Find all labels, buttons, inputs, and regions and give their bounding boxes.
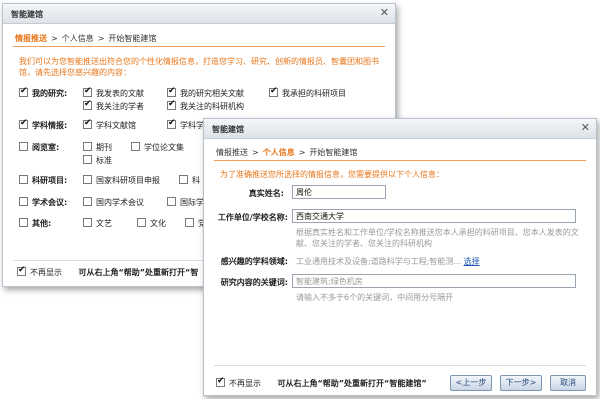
- option-my-projects[interactable]: 我承担的科研项目: [269, 86, 346, 99]
- footer: 不再显示 可从右上角“帮助”处重新打开“智能建馆”: [216, 376, 427, 389]
- checkbox-icon[interactable]: [19, 118, 28, 129]
- checkbox-icon[interactable]: [17, 265, 26, 276]
- option-culture[interactable]: 文化: [137, 218, 166, 229]
- subject-label: 感兴趣的学科领域:: [220, 257, 288, 266]
- checkbox-icon[interactable]: [83, 86, 92, 97]
- org-help-text: 根据真实姓名和工作单位/学校名称推送您本人承担的科研项目、您本人发表的文献、您关…: [296, 228, 579, 248]
- option-my-papers[interactable]: 我发表的文献: [83, 86, 144, 99]
- option-related-papers[interactable]: 我的研究相关文献: [167, 86, 244, 99]
- checkbox-icon[interactable]: [269, 86, 278, 97]
- step-breadcrumb: 情报推送 > 个人信息 > 开始智能建馆: [15, 34, 157, 43]
- checkbox-icon[interactable]: [19, 142, 28, 151]
- option-projects-more[interactable]: 科: [179, 175, 200, 186]
- divider: [13, 46, 385, 47]
- category-research[interactable]: 我的研究:: [19, 86, 67, 99]
- option-followed-institutions[interactable]: 我关注的科研机构: [167, 99, 244, 112]
- checkbox-icon[interactable]: [185, 218, 194, 227]
- close-icon[interactable]: ✕: [380, 7, 389, 19]
- footer-help-note: 可从右上角“帮助”处重新打开“: [78, 268, 191, 277]
- subject-select-link[interactable]: 选择: [464, 257, 480, 266]
- category-other[interactable]: 其他:: [19, 218, 51, 229]
- step-personal-info: 个人信息: [262, 148, 295, 157]
- checkbox-icon[interactable]: [83, 155, 92, 164]
- cancel-button[interactable]: 取消: [550, 375, 586, 391]
- option-theses[interactable]: 学位论文集: [131, 142, 184, 153]
- org-input[interactable]: 西南交通大学: [292, 209, 576, 223]
- dialog-title: 智能建馆: [11, 10, 43, 19]
- checkbox-icon[interactable]: [131, 142, 140, 151]
- checkbox-icon[interactable]: [83, 218, 92, 227]
- checkbox-icon[interactable]: [137, 218, 146, 227]
- step-breadcrumb: 情报推送 > 个人信息 > 开始智能建馆: [216, 148, 358, 157]
- checkbox-icon[interactable]: [83, 197, 92, 206]
- prev-button[interactable]: <上一步: [450, 375, 492, 391]
- checkbox-icon[interactable]: [216, 376, 225, 387]
- name-label: 真实姓名:: [248, 189, 284, 198]
- no-show-checkbox[interactable]: 不再显示: [216, 376, 261, 388]
- checkbox-icon[interactable]: [19, 175, 28, 184]
- checkbox-icon[interactable]: [83, 142, 92, 151]
- checkbox-icon[interactable]: [167, 197, 176, 206]
- footer-divider: [214, 365, 586, 366]
- close-icon[interactable]: ✕: [581, 122, 590, 134]
- checkbox-icon[interactable]: [19, 218, 28, 227]
- dialog-title: 智能建馆: [212, 125, 244, 134]
- checkbox-icon[interactable]: [167, 86, 176, 97]
- step-personal-info: 个人信息: [61, 34, 94, 43]
- personal-info-dialog: 智能建馆 ✕ 情报推送 > 个人信息 > 开始智能建馆 为了准确推送您所选择的情报信息，…: [203, 118, 597, 396]
- category-subject[interactable]: 学科情报:: [19, 118, 67, 131]
- divider: [214, 160, 586, 161]
- category-reading-room[interactable]: 阅览室:: [19, 142, 59, 153]
- keyword-help-text: 请输入不多于6个的关键词，中间用分号隔开: [296, 293, 454, 302]
- dialog-titlebar: 智能建馆 ✕: [204, 119, 596, 139]
- option-national-projects[interactable]: 国家科研项目申报: [83, 175, 160, 186]
- option-arts[interactable]: 文艺: [83, 218, 112, 229]
- intro-text: 我们可以为您智能推送出符合您的个性化情报信息，打造您学习、研究、创新的情报员、智…: [19, 57, 379, 77]
- option-journals[interactable]: 期刊: [83, 142, 112, 153]
- checkbox-icon[interactable]: [83, 118, 92, 129]
- checkbox-icon[interactable]: [83, 175, 92, 184]
- step-push: 情报推送: [15, 34, 47, 43]
- checkbox-icon[interactable]: [179, 175, 188, 184]
- checkbox-icon[interactable]: [167, 118, 176, 129]
- name-input[interactable]: 周伦: [292, 185, 386, 199]
- checkbox-icon[interactable]: [83, 99, 92, 110]
- keyword-input[interactable]: 智能建筑;绿色机房: [292, 274, 576, 288]
- option-domestic-conferences[interactable]: 国内学术会议: [83, 197, 144, 208]
- no-show-checkbox[interactable]: 不再显示: [17, 265, 62, 277]
- dialog-titlebar: 智能建馆 ✕: [3, 4, 395, 24]
- step-push: 情报推送: [216, 148, 248, 157]
- step-start: 开始智能建馆: [309, 148, 358, 157]
- option-followed-scholars[interactable]: 我关注的学者: [83, 99, 144, 112]
- category-conferences[interactable]: 学术会议:: [19, 197, 67, 208]
- option-standards[interactable]: 标准: [83, 155, 112, 166]
- checkbox-icon[interactable]: [167, 99, 176, 110]
- footer-help-note: 可从右上角“帮助”处重新打开“智能建馆”: [277, 379, 427, 388]
- info-hint: 为了准确推送您所选择的情报信息，您需要提供以下个人信息：: [220, 170, 444, 179]
- checkbox-icon[interactable]: [19, 197, 28, 206]
- keyword-label: 研究内容的关键词:: [220, 278, 288, 287]
- step-start: 开始智能建馆: [108, 34, 157, 43]
- org-label: 工作单位/学校名称:: [217, 213, 288, 222]
- next-button[interactable]: 下一步>: [500, 375, 542, 391]
- category-projects[interactable]: 科研项目:: [19, 175, 67, 186]
- subject-value: 工业通用技术及设备;道路科学与工程;智能测... 选择: [296, 257, 480, 266]
- footer: 不再显示 可从右上角“帮助”处重新打开“智: [17, 265, 198, 278]
- option-subject-library[interactable]: 学科文献馆: [83, 118, 136, 131]
- checkbox-icon[interactable]: [19, 86, 28, 97]
